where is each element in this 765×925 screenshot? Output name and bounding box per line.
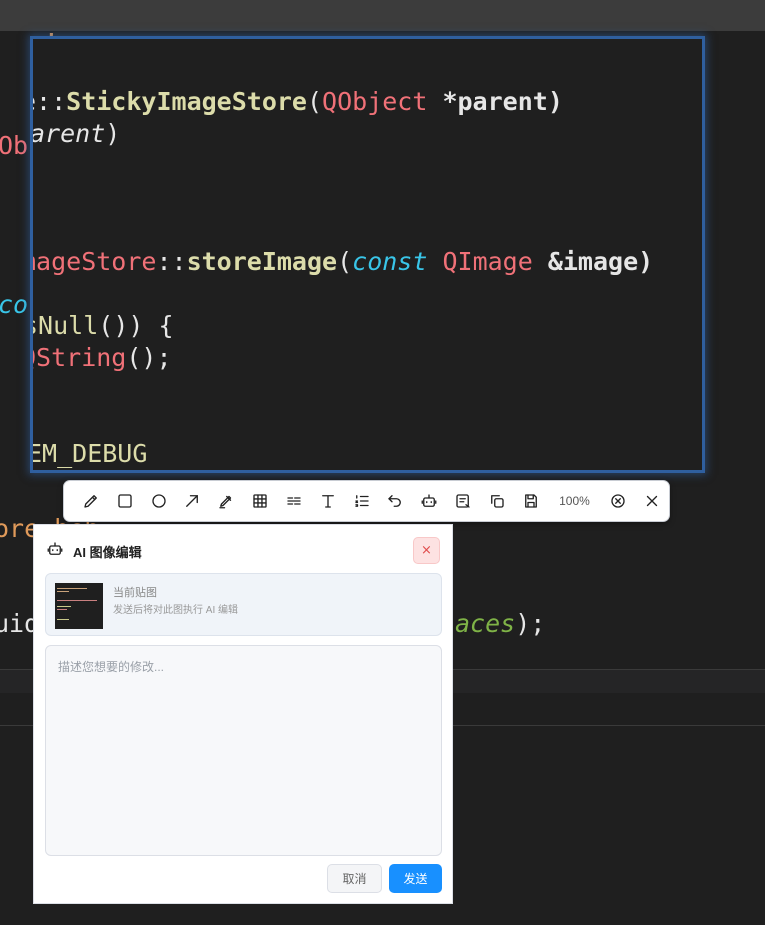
save-icon[interactable]: [514, 484, 548, 518]
circle-icon[interactable]: [142, 484, 176, 518]
close-icon[interactable]: [635, 484, 669, 518]
mosaic-icon[interactable]: [243, 484, 277, 518]
screen: s’ Obj co ore beh...:: uid aces); e::Sti…: [0, 0, 765, 925]
prompt-input[interactable]: [45, 645, 442, 856]
code-line: EM_DEBUG: [30, 439, 148, 468]
code-line: sNull()) {: [30, 311, 174, 340]
zoom-level: 100%: [559, 494, 590, 508]
text-icon[interactable]: [311, 484, 345, 518]
pencil-icon[interactable]: [74, 484, 108, 518]
code-line: aces);: [455, 609, 546, 638]
card-title: 当前贴图: [113, 587, 157, 599]
cancel-button[interactable]: 取消: [327, 864, 382, 893]
copy-icon[interactable]: [480, 484, 514, 518]
list-icon[interactable]: [277, 484, 311, 518]
code-line: QString();: [30, 343, 172, 372]
image-thumbnail: [55, 583, 103, 629]
annotation-toolbar: 100%: [63, 480, 670, 522]
dialog-close-button[interactable]: ×: [413, 537, 440, 564]
numbered-list-icon[interactable]: [345, 484, 379, 518]
ocr-icon[interactable]: [446, 484, 480, 518]
send-button[interactable]: 发送: [389, 864, 442, 893]
code-line: arent): [30, 119, 121, 148]
robot-icon[interactable]: [412, 484, 446, 518]
robot-icon: [46, 540, 64, 562]
code-line: co: [0, 290, 29, 319]
marker-icon[interactable]: [209, 484, 243, 518]
title-bar: [0, 0, 765, 31]
code-line: e::StickyImageStore(QObject *parent): [33, 87, 563, 116]
dialog-header: AI 图像编辑: [46, 539, 142, 563]
dialog-title: AI 图像编辑: [73, 544, 142, 560]
sticky-image[interactable]: e::StickyImageStore(QObject *parent) are…: [30, 36, 705, 473]
rectangle-icon[interactable]: [108, 484, 142, 518]
undo-icon[interactable]: [378, 484, 412, 518]
code-line: mageStore::storeImage(const QImage &imag…: [30, 247, 654, 276]
current-image-card: 当前贴图 发送后将对此图执行 AI 编辑: [45, 573, 442, 636]
circle-close-icon[interactable]: [601, 484, 635, 518]
ai-edit-dialog: AI 图像编辑 × 当前贴图 发送后将对此图执行 AI 编辑 取消 发送: [33, 524, 453, 904]
arrow-icon[interactable]: [175, 484, 209, 518]
card-subtitle: 发送后将对此图执行 AI 编辑: [113, 605, 239, 616]
